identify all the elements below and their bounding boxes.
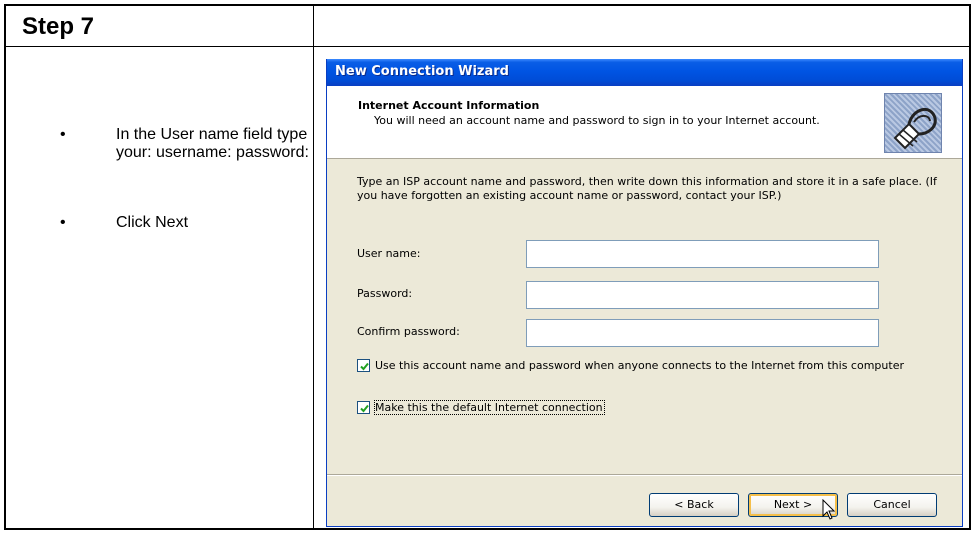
new-connection-wizard-window: New Connection Wizard Internet Account I… xyxy=(326,59,963,527)
use-account-option[interactable]: Use this account name and password when … xyxy=(357,359,917,372)
step-title: Step 7 xyxy=(22,13,95,40)
instruction-item: • In the User name field type your: user… xyxy=(60,126,310,162)
instructions-cell xyxy=(4,46,314,530)
checkmark-icon xyxy=(360,362,369,371)
use-account-checkbox[interactable] xyxy=(357,359,370,372)
mouse-cursor-icon xyxy=(822,499,836,520)
default-connection-checkbox[interactable] xyxy=(357,401,370,414)
checkmark-icon xyxy=(360,404,369,413)
bullet: • xyxy=(60,214,66,231)
button-separator xyxy=(327,474,962,476)
instruction-text: In the User name field type your: userna… xyxy=(116,126,309,161)
confirm-password-label: Confirm password: xyxy=(357,325,460,338)
instruction-table: Step 7 • In the User name field type you… xyxy=(0,0,979,538)
wizard-header-subtitle: You will need an account name and passwo… xyxy=(374,114,820,127)
user-name-input[interactable] xyxy=(526,240,879,268)
header-empty-cell xyxy=(313,4,971,47)
password-input[interactable] xyxy=(526,281,879,309)
instruction-list: • In the User name field type your: user… xyxy=(60,126,310,232)
use-account-label: Use this account name and password when … xyxy=(375,359,904,372)
wizard-header-title: Internet Account Information xyxy=(358,99,540,112)
instruction-text: Click Next xyxy=(116,214,189,231)
password-label: Password: xyxy=(357,287,413,300)
cancel-button[interactable]: Cancel xyxy=(847,493,937,517)
confirm-password-input[interactable] xyxy=(526,319,879,347)
step-header-cell: Step 7 xyxy=(4,4,314,47)
wizard-header: Internet Account Information You will ne… xyxy=(327,86,962,159)
window-title: New Connection Wizard xyxy=(335,64,509,79)
bullet: • xyxy=(60,126,66,143)
user-name-label: User name: xyxy=(357,247,421,260)
default-connection-label: Make this the default Internet connectio… xyxy=(374,400,605,415)
wizard-connection-icon xyxy=(884,93,942,153)
back-button[interactable]: < Back xyxy=(649,493,739,517)
window-titlebar[interactable]: New Connection Wizard xyxy=(327,59,962,86)
default-connection-option[interactable]: Make this the default Internet connectio… xyxy=(357,400,605,415)
instruction-item: • Click Next xyxy=(60,214,310,232)
wizard-intro-text: Type an ISP account name and password, t… xyxy=(357,175,937,202)
